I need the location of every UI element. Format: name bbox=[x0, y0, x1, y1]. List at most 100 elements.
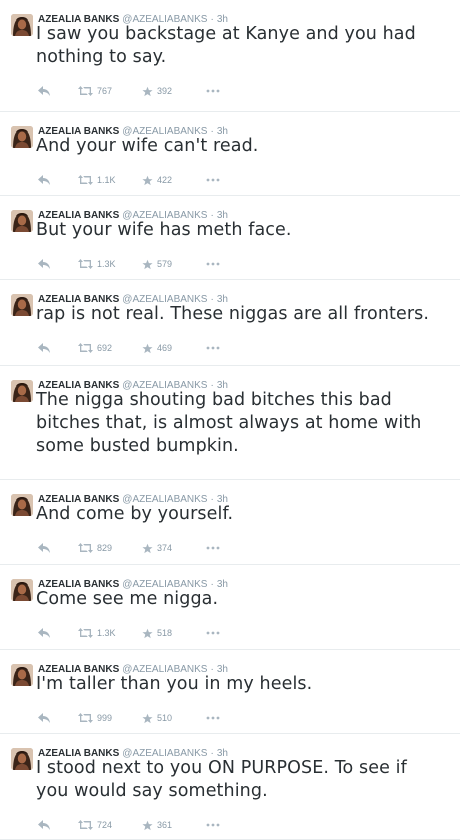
retweet-count: 767 bbox=[97, 86, 113, 96]
tweet[interactable]: AZEALIA BANKS @AZEALIABANKS · 3h Come see me… bbox=[0, 565, 460, 650]
reply-icon[interactable] bbox=[38, 626, 50, 640]
star-icon bbox=[142, 259, 153, 270]
more-icon[interactable] bbox=[206, 257, 220, 271]
tweet-text-line: I saw you backstage at Kanye and you had bbox=[36, 24, 416, 44]
tweet-text: And come by yourself. bbox=[36, 503, 452, 526]
favorite-count: 579 bbox=[157, 259, 173, 269]
tweet[interactable]: AZEALIA BANKS @AZEALIABANKS · 3h rap is not … bbox=[0, 280, 460, 366]
tweet-text-line: bitches that, is almost always at home w… bbox=[36, 413, 422, 433]
tweet[interactable]: AZEALIA BANKS @AZEALIABANKS · 3h I stood nex… bbox=[0, 734, 460, 840]
more-icon[interactable] bbox=[206, 341, 220, 355]
favorite-button[interactable]: 579 bbox=[142, 257, 172, 271]
reply-icon[interactable] bbox=[38, 257, 50, 271]
favorite-count: 374 bbox=[157, 543, 173, 553]
tweet-text-line: And come by yourself. bbox=[36, 504, 234, 524]
star-icon bbox=[142, 628, 153, 639]
favorite-button[interactable]: 510 bbox=[142, 711, 172, 725]
avatar[interactable] bbox=[11, 748, 33, 770]
retweet-icon bbox=[78, 820, 93, 830]
retweet-icon bbox=[78, 628, 93, 638]
tweet-text-line: Come see me nigga. bbox=[36, 589, 219, 609]
favorite-count: 422 bbox=[157, 175, 173, 185]
tweet-text-line: I'm taller than you in my heels. bbox=[36, 674, 313, 694]
retweet-button[interactable]: 692 bbox=[78, 341, 112, 355]
tweet-text: But your wife has meth face. bbox=[36, 219, 452, 242]
more-icon[interactable] bbox=[206, 626, 220, 640]
avatar[interactable] bbox=[11, 380, 33, 402]
more-icon[interactable] bbox=[206, 173, 220, 187]
reply-icon[interactable] bbox=[38, 173, 50, 187]
tweet-text-line: nothing to say. bbox=[36, 47, 167, 67]
reply-icon[interactable] bbox=[38, 541, 50, 555]
tweet-text-line: But your wife has meth face. bbox=[36, 220, 292, 240]
reply-icon[interactable] bbox=[38, 341, 50, 355]
avatar[interactable] bbox=[11, 494, 33, 516]
retweet-count: 829 bbox=[97, 543, 113, 553]
star-icon bbox=[142, 86, 153, 97]
tweet[interactable]: AZEALIA BANKS @AZEALIABANKS · 3h The nigga s… bbox=[0, 366, 460, 480]
retweet-button[interactable]: 724 bbox=[78, 818, 112, 832]
retweet-button[interactable]: 1.1K bbox=[78, 173, 116, 187]
avatar[interactable] bbox=[11, 664, 33, 686]
retweet-icon bbox=[78, 259, 93, 269]
favorite-count: 392 bbox=[157, 86, 173, 96]
favorite-button[interactable]: 374 bbox=[142, 541, 172, 555]
avatar[interactable] bbox=[11, 210, 33, 232]
favorite-count: 518 bbox=[157, 628, 173, 638]
more-icon[interactable] bbox=[206, 711, 220, 725]
favorite-button[interactable]: 469 bbox=[142, 341, 172, 355]
retweet-button[interactable]: 829 bbox=[78, 541, 112, 555]
tweet[interactable]: AZEALIA BANKS @AZEALIABANKS · 3h I'm taller … bbox=[0, 650, 460, 734]
tweet-text: Come see me nigga. bbox=[36, 588, 452, 611]
tweet[interactable]: AZEALIA BANKS @AZEALIABANKS · 3h And your wi… bbox=[0, 112, 460, 196]
tweet-text: I stood next to you ON PURPOSE. To see i… bbox=[36, 757, 452, 803]
star-icon bbox=[142, 820, 153, 831]
favorite-count: 469 bbox=[157, 343, 173, 353]
retweet-button[interactable]: 767 bbox=[78, 84, 112, 98]
tweet-text-line: I stood next to you ON PURPOSE. To see i… bbox=[36, 758, 407, 778]
favorite-button[interactable]: 392 bbox=[142, 84, 172, 98]
favorite-button[interactable]: 422 bbox=[142, 173, 172, 187]
avatar[interactable] bbox=[11, 126, 33, 148]
favorite-count: 361 bbox=[157, 820, 173, 830]
retweet-count: 1.3K bbox=[97, 628, 116, 638]
tweet-text-line: some busted bumpkin. bbox=[36, 436, 239, 456]
more-icon[interactable] bbox=[206, 84, 220, 98]
tweet-text-line: The nigga shouting bad bitches this bad bbox=[36, 390, 392, 410]
retweet-icon bbox=[78, 543, 93, 553]
star-icon bbox=[142, 175, 153, 186]
retweet-button[interactable]: 1.3K bbox=[78, 257, 116, 271]
retweet-count: 724 bbox=[97, 820, 113, 830]
tweet-text-line: And your wife can't read. bbox=[36, 136, 259, 156]
tweet[interactable]: AZEALIA BANKS @AZEALIABANKS · 3h But your wi… bbox=[0, 196, 460, 280]
reply-icon[interactable] bbox=[38, 84, 50, 98]
tweet-text: And your wife can't read. bbox=[36, 135, 452, 158]
tweet-text: rap is not real. These niggas are all fr… bbox=[36, 303, 452, 326]
favorite-button[interactable]: 518 bbox=[142, 626, 172, 640]
tweet[interactable]: AZEALIA BANKS @AZEALIABANKS · 3h I saw you b… bbox=[0, 0, 460, 112]
avatar[interactable] bbox=[11, 579, 33, 601]
retweet-count: 692 bbox=[97, 343, 113, 353]
retweet-count: 1.3K bbox=[97, 259, 116, 269]
more-icon[interactable] bbox=[206, 541, 220, 555]
retweet-icon bbox=[78, 713, 93, 723]
reply-icon[interactable] bbox=[38, 818, 50, 832]
retweet-button[interactable]: 1.3K bbox=[78, 626, 116, 640]
star-icon bbox=[142, 543, 153, 554]
tweet-text-line: you would say something. bbox=[36, 781, 268, 801]
avatar[interactable] bbox=[11, 294, 33, 316]
more-icon[interactable] bbox=[206, 818, 220, 832]
tweet-text: I saw you backstage at Kanye and you had… bbox=[36, 23, 452, 69]
tweet-text-line: rap is not real. These niggas are all fr… bbox=[36, 304, 430, 324]
retweet-icon bbox=[78, 86, 93, 96]
star-icon bbox=[142, 343, 153, 354]
retweet-count: 999 bbox=[97, 713, 113, 723]
reply-icon[interactable] bbox=[38, 711, 50, 725]
tweet[interactable]: AZEALIA BANKS @AZEALIABANKS · 3h And come by… bbox=[0, 480, 460, 565]
tweet-text: The nigga shouting bad bitches this bad b… bbox=[36, 389, 452, 458]
avatar[interactable] bbox=[11, 14, 33, 36]
retweet-button[interactable]: 999 bbox=[78, 711, 112, 725]
retweet-count: 1.1K bbox=[97, 175, 116, 185]
favorite-count: 510 bbox=[157, 713, 173, 723]
favorite-button[interactable]: 361 bbox=[142, 818, 172, 832]
